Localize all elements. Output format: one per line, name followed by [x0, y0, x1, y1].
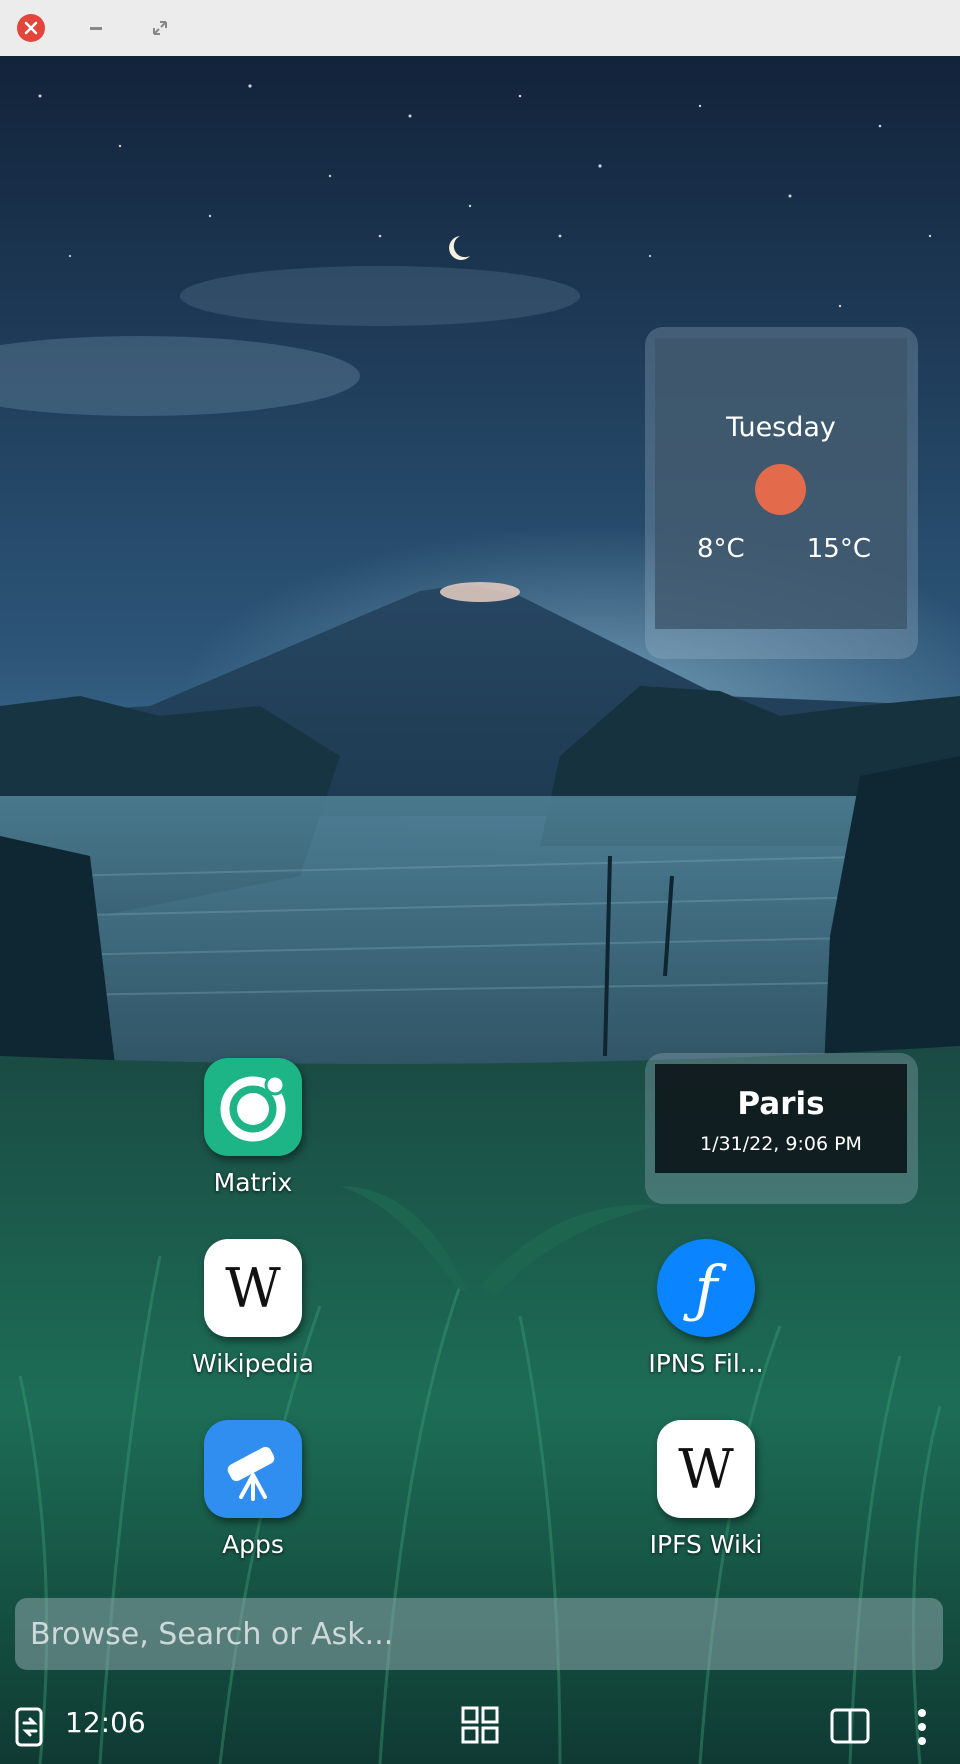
close-icon — [24, 21, 38, 35]
weather-low-temp: 8°C — [697, 534, 745, 564]
close-button[interactable] — [17, 14, 45, 42]
minimize-button[interactable] — [86, 18, 106, 38]
weather-high-temp: 15°C — [806, 534, 871, 564]
wikipedia-icon: W — [204, 1239, 302, 1337]
more-vertical-icon — [918, 1709, 926, 1745]
sync-icon — [15, 1707, 43, 1747]
app-grid-button[interactable] — [461, 1706, 499, 1748]
minimize-icon — [90, 27, 102, 30]
wikipedia-icon: W — [657, 1420, 755, 1518]
app-matrix[interactable]: Matrix — [158, 1058, 348, 1197]
search-input[interactable] — [15, 1598, 943, 1670]
app-ipns-filecoin[interactable]: ƒ IPNS Fil... — [611, 1239, 801, 1378]
sun-icon — [755, 464, 806, 515]
split-view-icon — [830, 1708, 870, 1744]
app-apps[interactable]: Apps — [158, 1420, 348, 1559]
clock-panel: Paris 1/31/22, 9:06 PM — [655, 1064, 907, 1173]
title-bar — [0, 0, 960, 57]
app-label: IPFS Wiki — [649, 1530, 763, 1559]
sync-button[interactable] — [14, 1707, 46, 1751]
grid-icon — [461, 1706, 499, 1744]
app-wikipedia[interactable]: W Wikipedia — [158, 1239, 348, 1378]
weather-day: Tuesday — [726, 412, 836, 443]
search-bar[interactable] — [15, 1598, 943, 1670]
clock-datetime: 1/31/22, 9:06 PM — [700, 1133, 862, 1155]
matrix-icon — [204, 1058, 302, 1156]
maximize-icon — [153, 21, 167, 35]
app-label: Apps — [222, 1530, 284, 1559]
app-ipfs-wiki[interactable]: W IPFS Wiki — [611, 1420, 801, 1559]
weather-panel: Tuesday 8°C 15°C — [655, 338, 907, 629]
filecoin-icon: ƒ — [657, 1239, 755, 1337]
maximize-button[interactable] — [150, 18, 170, 38]
weather-widget[interactable]: Tuesday 8°C 15°C — [645, 327, 918, 659]
system-clock: 12:06 — [65, 1706, 146, 1739]
clock-city: Paris — [737, 1086, 825, 1122]
app-label: IPNS Fil... — [648, 1349, 764, 1378]
clock-widget[interactable]: Paris 1/31/22, 9:06 PM — [645, 1053, 918, 1204]
wallpaper — [0, 56, 960, 1764]
app-label: Wikipedia — [192, 1349, 314, 1378]
more-menu-button[interactable] — [914, 1708, 930, 1750]
app-label: Matrix — [213, 1168, 293, 1197]
telescope-icon — [204, 1420, 302, 1518]
split-view-button[interactable] — [830, 1708, 870, 1748]
